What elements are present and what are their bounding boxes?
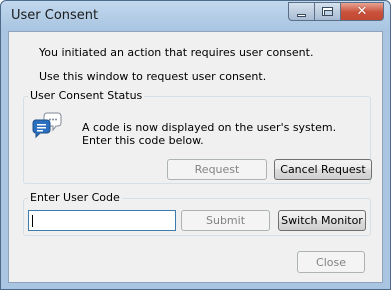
cancel-request-button[interactable]: Cancel Request bbox=[274, 159, 372, 180]
consent-status-legend: User Consent Status bbox=[28, 89, 145, 102]
window-title: User Consent bbox=[11, 8, 99, 23]
close-button[interactable]: Close bbox=[297, 251, 365, 273]
user-consent-window: User Consent ✕ You initiated an action t… bbox=[0, 0, 391, 290]
user-code-group: Enter User Code Submit Switch Monitor bbox=[23, 191, 371, 236]
status-message-line-2: Enter this code below. bbox=[82, 134, 204, 147]
status-message-line-1: A code is now displayed on the user's sy… bbox=[82, 121, 337, 134]
chat-bubbles-icon bbox=[32, 112, 62, 139]
text-caret bbox=[32, 215, 33, 227]
dialog-body: You initiated an action that requires us… bbox=[8, 31, 383, 283]
title-bar[interactable]: User Consent ✕ bbox=[1, 1, 390, 31]
minimize-button[interactable] bbox=[288, 2, 314, 21]
user-code-legend: Enter User Code bbox=[28, 191, 122, 204]
close-window-button[interactable]: ✕ bbox=[340, 2, 384, 21]
caption-buttons: ✕ bbox=[288, 2, 384, 21]
close-icon: ✕ bbox=[356, 4, 368, 19]
minimize-icon bbox=[297, 14, 306, 17]
submit-button[interactable]: Submit bbox=[181, 210, 270, 231]
request-button[interactable]: Request bbox=[167, 159, 267, 180]
intro-line-2: Use this window to request user consent. bbox=[39, 70, 267, 83]
consent-status-group: User Consent Status A code is now displa… bbox=[23, 89, 372, 184]
switch-monitor-button[interactable]: Switch Monitor bbox=[278, 210, 366, 231]
intro-line-1: You initiated an action that requires us… bbox=[39, 46, 314, 59]
user-code-input[interactable] bbox=[28, 210, 176, 231]
maximize-icon bbox=[322, 7, 333, 16]
maximize-button[interactable] bbox=[314, 2, 340, 21]
